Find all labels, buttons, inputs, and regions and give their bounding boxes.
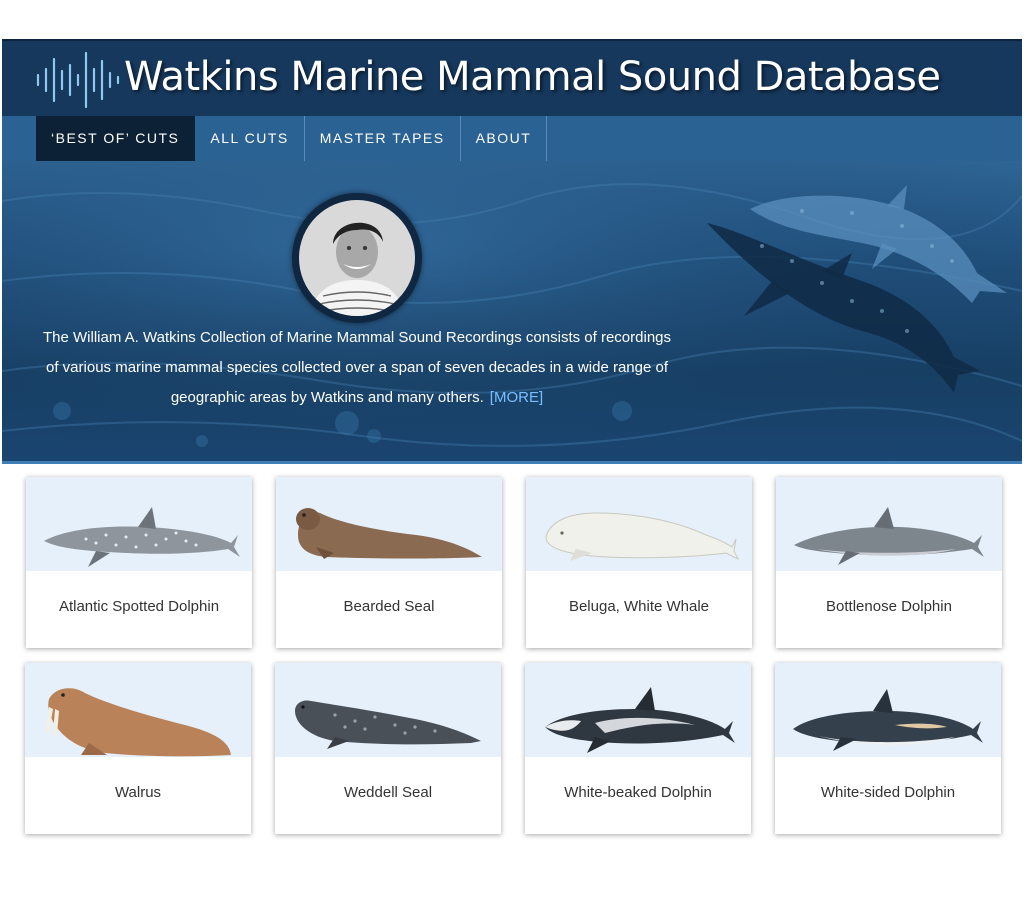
nav-about[interactable]: ABOUT [461, 116, 548, 161]
nav-best-of-cuts[interactable]: ‘BEST OF’ CUTS [36, 116, 196, 161]
underwater-dolphins-background-icon [2, 161, 1022, 462]
species-card-beluga[interactable]: Beluga, White Whale [526, 477, 752, 648]
species-card-walrus[interactable]: Walrus [25, 663, 251, 834]
collection-description: The William A. Watkins Collection of Mar… [42, 323, 672, 413]
species-name: Walrus [114, 784, 162, 801]
species-card-atlantic-spotted-dolphin[interactable]: Atlantic Spotted Dolphin [26, 477, 252, 648]
species-name: Weddell Seal [343, 784, 433, 801]
species-card-weddell-seal[interactable]: Weddell Seal [275, 663, 501, 834]
weddell-seal-icon [295, 700, 481, 749]
species-name: Bearded Seal [343, 598, 435, 615]
species-card-bottlenose-dolphin[interactable]: Bottlenose Dolphin [776, 477, 1002, 648]
bottlenose-dolphin-icon [794, 507, 984, 565]
species-name: White-beaked Dolphin [564, 784, 712, 801]
species-name: Beluga, White Whale [568, 598, 710, 615]
bearded-seal-icon [296, 508, 482, 559]
watkins-portrait-icon [299, 200, 415, 316]
hero-divider [2, 461, 1022, 464]
species-image [275, 663, 501, 757]
site-header: Watkins Marine Mammal Sound Database [2, 39, 1022, 116]
description-text: The William A. Watkins Collection of Mar… [42, 329, 671, 406]
species-image [26, 477, 252, 571]
beluga-icon [545, 512, 740, 561]
species-name: Bottlenose Dolphin [826, 598, 952, 615]
species-image [776, 477, 1002, 571]
more-link-label[interactable]: MORE [494, 389, 539, 406]
white-sided-dolphin-icon [793, 689, 983, 751]
species-card-bearded-seal[interactable]: Bearded Seal [276, 477, 502, 648]
hero-banner: The William A. Watkins Collection of Mar… [2, 161, 1022, 462]
species-card-white-sided-dolphin[interactable]: White-sided Dolphin [775, 663, 1001, 834]
portrait-frame [292, 193, 422, 323]
atlantic-spotted-dolphin-icon [44, 507, 240, 567]
white-beaked-dolphin-icon [545, 687, 735, 753]
species-image [526, 477, 752, 571]
more-link[interactable]: [MORE] [490, 389, 543, 406]
species-image [525, 663, 751, 757]
species-image [25, 663, 251, 757]
species-card-white-beaked-dolphin[interactable]: White-beaked Dolphin [525, 663, 751, 834]
species-image [775, 663, 1001, 757]
sound-wave-logo-icon[interactable] [34, 49, 120, 109]
main-nav: ‘BEST OF’ CUTS ALL CUTS MASTER TAPES ABO… [2, 116, 1022, 161]
nav-master-tapes[interactable]: MASTER TAPES [305, 116, 461, 161]
nav-all-cuts[interactable]: ALL CUTS [195, 116, 305, 161]
species-name: White-sided Dolphin [820, 784, 956, 801]
site-title[interactable]: Watkins Marine Mammal Sound Database [124, 47, 941, 107]
species-name: Atlantic Spotted Dolphin [58, 598, 220, 615]
species-image [276, 477, 502, 571]
walrus-icon [45, 688, 231, 757]
